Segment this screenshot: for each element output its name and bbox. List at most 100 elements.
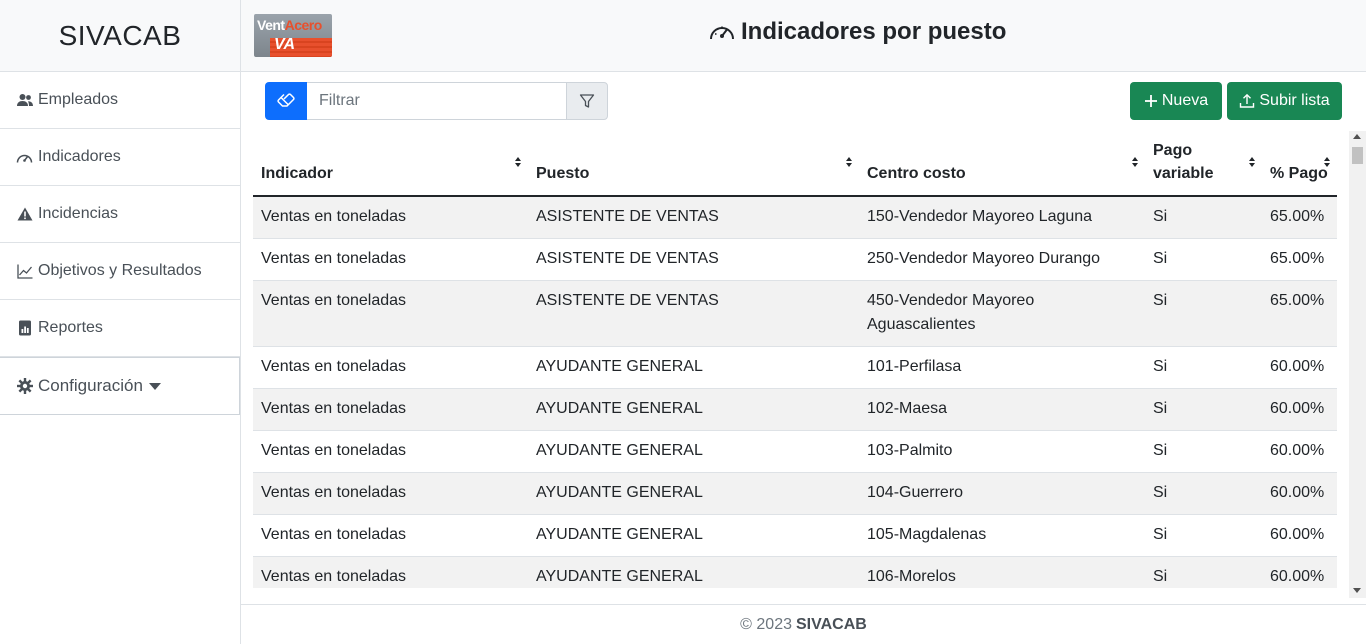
cell-puesto: AYUDANTE GENERAL	[528, 472, 859, 515]
cell-indicador: Ventas en toneladas	[253, 238, 528, 281]
cell-pago: 60.00%	[1262, 472, 1337, 515]
cell-pago-variable: Si	[1145, 514, 1262, 557]
table-row[interactable]: Ventas en toneladas ASISTENTE DE VENTAS …	[253, 280, 1337, 347]
brand-title: SIVACAB	[0, 0, 240, 72]
sidebar-item-empleados[interactable]: Empleados	[0, 72, 240, 129]
scroll-thumb[interactable]	[1352, 147, 1363, 164]
indicators-table: Indicador Puesto Centro costo Pago varia…	[253, 131, 1337, 588]
filter-input[interactable]	[307, 82, 567, 120]
cell-puesto: AYUDANTE GENERAL	[528, 430, 859, 473]
cell-pago-variable: Si	[1145, 196, 1262, 239]
cell-pago-variable: Si	[1145, 280, 1262, 347]
cell-puesto: AYUDANTE GENERAL	[528, 556, 859, 588]
cell-pago: 65.00%	[1262, 280, 1337, 347]
top-bar: VentAcero VA Indicadores por puesto	[241, 0, 1366, 72]
clear-filter-button[interactable]	[265, 82, 307, 120]
table-row[interactable]: Ventas en toneladas AYUDANTE GENERAL 106…	[253, 556, 1337, 588]
sidebar-item-label: Indicadores	[38, 148, 121, 165]
cell-indicador: Ventas en toneladas	[253, 196, 528, 239]
scroll-up-arrow-icon[interactable]	[1353, 134, 1361, 139]
cell-centro-costo: 105-Magdalenas	[859, 514, 1145, 557]
table-row[interactable]: Ventas en toneladas AYUDANTE GENERAL 102…	[253, 388, 1337, 431]
sort-icon	[1132, 157, 1138, 167]
cell-puesto: ASISTENTE DE VENTAS	[528, 280, 859, 347]
sidebar-item-reportes[interactable]: Reportes	[0, 300, 240, 357]
sidebar-item-label: Objetivos y Resultados	[38, 262, 202, 279]
eraser-icon	[277, 93, 295, 107]
scroll-down-arrow-icon[interactable]	[1353, 588, 1361, 593]
indicators-table-container: Indicador Puesto Centro costo Pago varia…	[253, 131, 1337, 588]
page-title: Indicadores por puesto	[709, 18, 1006, 46]
cell-indicador: Ventas en toneladas	[253, 280, 528, 347]
cell-pago: 65.00%	[1262, 238, 1337, 281]
cell-indicador: Ventas en toneladas	[253, 430, 528, 473]
page-title-text: Indicadores por puesto	[741, 18, 1007, 45]
sidebar: SIVACAB Empleados Indicadores Incidencia…	[0, 0, 241, 644]
cell-centro-costo: 150-Vendedor Mayoreo Laguna	[859, 196, 1145, 239]
cell-centro-costo: 102-Maesa	[859, 388, 1145, 431]
sidebar-item-configuracion[interactable]: Configuración	[0, 357, 240, 415]
footer: © 2023 SIVACAB	[241, 604, 1366, 644]
cell-pago-variable: Si	[1145, 388, 1262, 431]
upload-list-button[interactable]: Subir lista	[1227, 82, 1342, 120]
upload-icon	[1240, 93, 1255, 108]
cell-centro-costo: 250-Vendedor Mayoreo Durango	[859, 238, 1145, 281]
table-header-row: Indicador Puesto Centro costo Pago varia…	[253, 131, 1337, 197]
cell-pago: 60.00%	[1262, 388, 1337, 431]
table-row[interactable]: Ventas en toneladas AYUDANTE GENERAL 103…	[253, 430, 1337, 473]
sidebar-item-incidencias[interactable]: Incidencias	[0, 186, 240, 243]
cell-pago-variable: Si	[1145, 472, 1262, 515]
upload-button-label: Subir lista	[1259, 92, 1330, 109]
table-row[interactable]: Ventas en toneladas AYUDANTE GENERAL 101…	[253, 346, 1337, 389]
graph-icon	[16, 263, 33, 280]
column-header-pago-variable[interactable]: Pago variable	[1145, 131, 1262, 197]
cell-pago: 65.00%	[1262, 196, 1337, 239]
cell-indicador: Ventas en toneladas	[253, 514, 528, 557]
sidebar-item-label: Empleados	[38, 91, 119, 108]
report-icon	[16, 320, 33, 337]
sidebar-item-label: Configuración	[38, 376, 143, 395]
cell-puesto: AYUDANTE GENERAL	[528, 514, 859, 557]
sort-icon	[1324, 157, 1330, 167]
cell-centro-costo: 101-Perfilasa	[859, 346, 1145, 389]
cell-pago-variable: Si	[1145, 238, 1262, 281]
new-button-label: Nueva	[1161, 92, 1209, 109]
cell-pago: 60.00%	[1262, 430, 1337, 473]
table-row[interactable]: Ventas en toneladas ASISTENTE DE VENTAS …	[253, 196, 1337, 239]
cell-pago: 60.00%	[1262, 514, 1337, 557]
sidebar-item-label: Reportes	[38, 319, 103, 336]
footer-brand: SIVACAB	[796, 615, 867, 633]
cell-pago-variable: Si	[1145, 346, 1262, 389]
cell-puesto: ASISTENTE DE VENTAS	[528, 196, 859, 239]
sort-icon	[1249, 157, 1255, 167]
warning-icon	[16, 206, 33, 223]
column-header-puesto[interactable]: Puesto	[528, 131, 859, 197]
gear-icon	[16, 378, 33, 395]
table-row[interactable]: Ventas en toneladas ASISTENTE DE VENTAS …	[253, 238, 1337, 281]
column-header-indicador[interactable]: Indicador	[253, 131, 528, 197]
cell-pago: 60.00%	[1262, 556, 1337, 588]
cell-pago-variable: Si	[1145, 556, 1262, 588]
new-button[interactable]: Nueva	[1130, 82, 1222, 120]
sort-icon	[515, 157, 521, 167]
logo-text: VentAcero	[257, 17, 322, 33]
logo-mark: VA	[274, 36, 296, 53]
funnel-icon	[579, 94, 595, 108]
filter-button[interactable]	[566, 82, 608, 120]
speedometer-icon	[16, 149, 33, 166]
speedometer-icon	[710, 26, 734, 40]
column-header-pago[interactable]: % Pago	[1262, 131, 1337, 197]
cell-pago: 60.00%	[1262, 346, 1337, 389]
table-scrollbar[interactable]	[1349, 131, 1366, 598]
cell-centro-costo: 106-Morelos	[859, 556, 1145, 588]
sidebar-item-objetivos[interactable]: Objetivos y Resultados	[0, 243, 240, 300]
column-header-centro-costo[interactable]: Centro costo	[859, 131, 1145, 197]
table-row[interactable]: Ventas en toneladas AYUDANTE GENERAL 104…	[253, 472, 1337, 515]
table-row[interactable]: Ventas en toneladas AYUDANTE GENERAL 105…	[253, 514, 1337, 557]
company-logo[interactable]: VentAcero VA	[254, 14, 332, 57]
cell-centro-costo: 104-Guerrero	[859, 472, 1145, 515]
sidebar-item-indicadores[interactable]: Indicadores	[0, 129, 240, 186]
sort-icon	[846, 157, 852, 167]
footer-copyright: © 2023	[740, 615, 792, 633]
cell-puesto: AYUDANTE GENERAL	[528, 346, 859, 389]
